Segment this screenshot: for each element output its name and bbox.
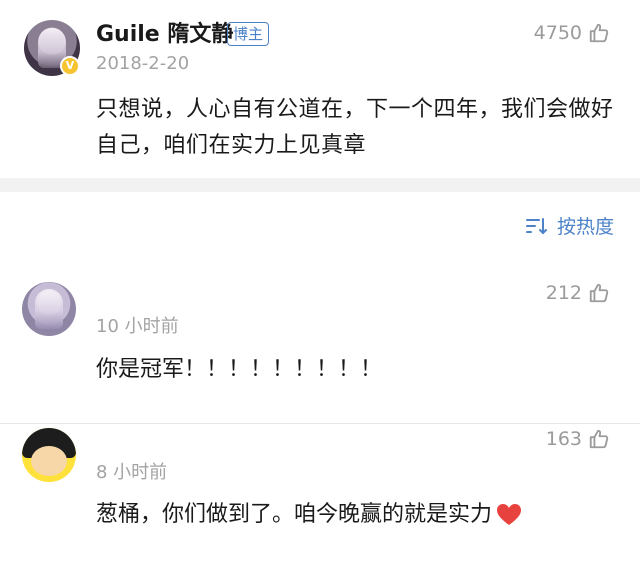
avatar-figure xyxy=(35,289,63,329)
comment-like-count: 163 xyxy=(545,428,582,450)
verified-badge: V xyxy=(60,56,80,76)
comment-text: 葱桶，你们做到了。咱今晚赢的就是实力 xyxy=(96,502,493,527)
commenter-avatar[interactable] xyxy=(22,282,76,336)
sort-icon xyxy=(525,217,547,234)
comment-time: 10 小时前 xyxy=(96,316,179,337)
comment-like-button[interactable]: 212 xyxy=(546,282,610,304)
thumbs-up-icon xyxy=(589,429,609,449)
post-like-count: 4750 xyxy=(533,22,582,44)
post-like-button[interactable]: 4750 xyxy=(534,22,610,44)
comment-item: 8 小时前 163 葱桶，你们做到了。咱今晚赢的就是实力 xyxy=(0,424,640,569)
thumbs-up-icon xyxy=(589,23,609,43)
heart-emoji-icon xyxy=(497,504,522,525)
comment-text: 你是冠军！！！！！！！！！ xyxy=(96,357,383,382)
comment-like-button[interactable]: 163 xyxy=(546,428,610,450)
host-badge: 博主 xyxy=(227,22,270,46)
comment-like-count: 212 xyxy=(545,282,582,304)
thumbs-up-icon xyxy=(589,283,609,303)
author-name[interactable]: Guile 隋文静 xyxy=(96,21,233,49)
section-divider xyxy=(0,178,640,192)
post-text: 只想说，人心自有公道在，下一个四年，我们会做好自己，咱们在实力上见真章 xyxy=(96,97,614,158)
comment-time: 8 小时前 xyxy=(96,462,168,483)
commenter-avatar[interactable] xyxy=(22,428,76,482)
sort-by-hot-button[interactable]: 按热度 xyxy=(525,212,614,239)
comment-text-row: 葱桶，你们做到了。咱今晚赢的就是实力 xyxy=(96,499,522,531)
post-date: 2018-2-20 xyxy=(96,53,190,74)
avatar-face xyxy=(31,446,67,476)
comment-item: 10 小时前 212 你是冠军！！！！！！！！！ xyxy=(0,278,640,418)
sort-label: 按热度 xyxy=(556,216,614,238)
main-post: V Guile 隋文静 博主 2018-2-20 4750 只想说，人心自有公道… xyxy=(0,0,640,178)
